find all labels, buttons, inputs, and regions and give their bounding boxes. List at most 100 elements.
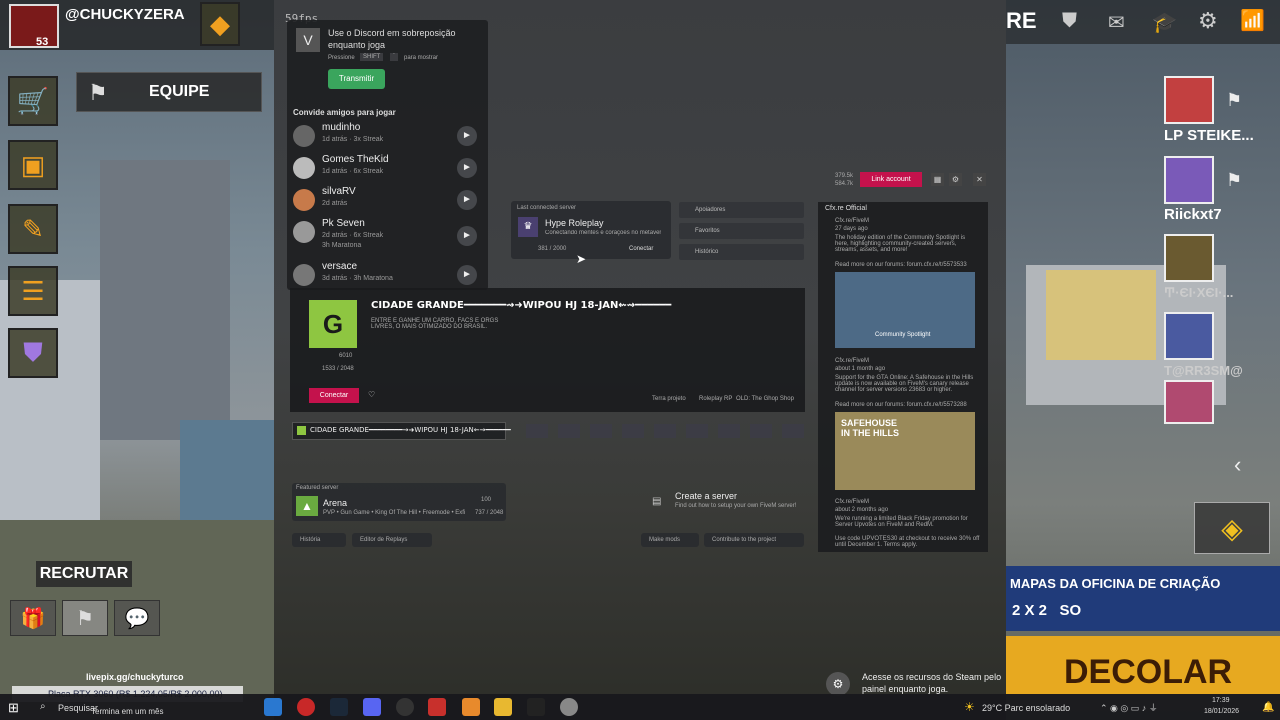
strip-logo-icon — [297, 426, 306, 435]
friend-row[interactable]: Gomes TheKid 1d atrás · 6x Streak ► — [293, 154, 483, 182]
discord-icon[interactable] — [363, 698, 381, 716]
news-link[interactable]: Read more on our forums: forum.cfx.re/t/… — [835, 262, 980, 268]
menu-history[interactable]: Histórico — [679, 244, 804, 260]
player-avatar[interactable] — [1164, 380, 1214, 424]
friend-row[interactable]: mudinho 1d atrás · 3x Streak ► — [293, 122, 483, 150]
safehouse-image[interactable]: SAFEHOUSE IN THE HILLS — [835, 412, 975, 490]
main-server-desc: ENTRE E GANHE UM CARRO, FACS E ORGS LIVR… — [371, 318, 499, 330]
invite-arrow-icon[interactable]: ► — [457, 190, 477, 210]
settings-icon[interactable]: ⚙ — [949, 173, 962, 186]
notification-icon[interactable]: 🔔 — [1262, 702, 1274, 713]
server-thumb-icon[interactable] — [526, 424, 548, 438]
banner-title: MAPAS DA OFICINA DE CRIAÇÃO — [1010, 576, 1221, 591]
invite-arrow-icon[interactable]: ► — [457, 265, 477, 285]
community-spotlight-image[interactable]: Community Spotlight — [835, 272, 975, 348]
friend-row[interactable]: versace 3d atrás · 3h Maratona ► — [293, 261, 483, 289]
rank-icon[interactable]: ◆ — [200, 2, 240, 46]
recruit-button[interactable]: RECRUTAR — [36, 561, 132, 587]
mail-icon[interactable]: ✉ — [1108, 10, 1125, 35]
gift-icon[interactable]: 🎁 — [10, 600, 56, 636]
friend-name: Pk Seven — [322, 218, 365, 229]
grid-icon[interactable]: ▦ — [931, 173, 944, 186]
friend-name: Gomes TheKid — [322, 154, 389, 165]
history-button[interactable]: História — [292, 533, 346, 547]
friend-name: mudinho — [322, 122, 361, 133]
player-avatar[interactable] — [1164, 312, 1214, 360]
invite-arrow-icon[interactable]: ► — [457, 158, 477, 178]
friend-meta: 3d atrás · 3h Maratona — [322, 275, 393, 282]
flag-icon[interactable]: ⚑ — [1226, 170, 1242, 191]
player-name: Ͳ·ЄΙ·ХЄΙ·... — [1164, 285, 1234, 300]
server-thumb-icon[interactable] — [590, 424, 612, 438]
rockstar-icon[interactable] — [428, 698, 446, 716]
terminal-icon[interactable] — [527, 698, 545, 716]
featured-name: Arena — [323, 498, 348, 508]
player-avatar[interactable] — [1164, 76, 1214, 124]
windows-start-icon[interactable]: ⊞ — [8, 700, 19, 716]
flag-icon[interactable]: ⚑ — [1226, 90, 1242, 111]
edge-icon[interactable] — [264, 698, 282, 716]
gear-icon[interactable]: ⚙ — [1198, 8, 1218, 34]
obs-icon[interactable] — [560, 698, 578, 716]
link-account-button[interactable]: Link account — [860, 172, 922, 187]
event-icon[interactable]: ✎ — [8, 204, 58, 254]
shop-cart-icon[interactable]: 🛒 — [8, 76, 58, 126]
stream-button[interactable]: Transmitir — [328, 69, 385, 89]
friend-time: 1d atrás — [322, 136, 348, 143]
news-text: Support for the GTA Online: A Safehouse … — [835, 375, 974, 393]
invite-arrow-icon[interactable]: ► — [457, 226, 477, 246]
make-mods-button[interactable]: Make mods — [641, 533, 699, 547]
tasks-icon[interactable]: ☰ — [8, 266, 58, 316]
cidade-grande-logo-icon: G — [309, 300, 357, 348]
mode-select-icon[interactable]: ◈ — [1194, 502, 1270, 554]
featured-label: Featured server — [296, 485, 339, 491]
server-thumb-icon[interactable] — [558, 424, 580, 438]
steam-taskbar-icon[interactable] — [330, 698, 348, 716]
server-thumb-icon[interactable] — [686, 424, 708, 438]
rank-shield-icon[interactable]: ⛊ — [8, 328, 58, 378]
server-thumb-icon[interactable] — [750, 424, 772, 438]
vault-icon[interactable]: ▣ — [8, 140, 58, 190]
gta-icon[interactable] — [396, 698, 414, 716]
fivem-icon[interactable] — [462, 698, 480, 716]
opera-icon[interactable] — [297, 698, 315, 716]
folder-icon[interactable] — [494, 698, 512, 716]
server-thumb-icon[interactable] — [718, 424, 740, 438]
menu-supporters[interactable]: Apoiadores — [679, 202, 804, 218]
invite-arrow-icon[interactable]: ► — [457, 126, 477, 146]
tray-icons[interactable]: ⌃ ◉ ◎ ▭ ♪ ⏚ — [1100, 701, 1158, 714]
friend-avatar — [293, 189, 315, 211]
takeoff-button[interactable]: DECOLAR — [1006, 636, 1280, 694]
news-link[interactable]: Read more on our forums: forum.cfx.re/t/… — [835, 402, 980, 408]
friend-row[interactable]: Pk Seven 2d atrás · 6x Streak 3h Maraton… — [293, 218, 483, 254]
search-icon[interactable]: ⌕ — [40, 701, 46, 712]
tag: Terra projeto — [652, 396, 686, 402]
wifi-icon: 📶 — [1240, 10, 1265, 32]
clock-time: 17:39 — [1212, 697, 1230, 704]
server-thumb-icon[interactable] — [622, 424, 644, 438]
create-server-title[interactable]: Create a server — [675, 491, 737, 501]
player-avatar[interactable] — [1164, 234, 1214, 282]
shield-icon[interactable]: ⛊ — [1062, 10, 1077, 33]
chevron-left-icon[interactable]: ‹ — [1234, 452, 1241, 478]
strip-title: CIDADE GRANDE━━━━━━━━⇝➜WIPOU HJ 18-JAN⇜⇝… — [310, 426, 511, 434]
connect-link[interactable]: Conectar — [629, 246, 653, 252]
academy-icon[interactable]: 🎓 — [1152, 10, 1177, 35]
connect-button[interactable]: Conectar — [309, 388, 359, 403]
avatar[interactable] — [9, 4, 59, 48]
last-server-name: Hype Roleplay — [545, 218, 604, 228]
news-text: The holiday edition of the Community Spo… — [835, 235, 966, 253]
contribute-button[interactable]: Contribute to the project — [704, 533, 804, 547]
flag-tab-icon[interactable]: ⚑ — [62, 600, 108, 636]
replay-editor-button[interactable]: Editor de Replays — [352, 533, 432, 547]
close-icon[interactable]: ✕ — [973, 173, 986, 186]
chat-icon[interactable]: 💬 — [114, 600, 160, 636]
server-thumb-icon[interactable] — [782, 424, 804, 438]
player-avatar[interactable] — [1164, 156, 1214, 204]
workshop-maps-banner[interactable]: MAPAS DA OFICINA DE CRIAÇÃO 2 X 2 SO — [1006, 566, 1280, 631]
menu-favorites[interactable]: Favoritos — [679, 223, 804, 239]
news-header: Cfx.re Official — [825, 205, 867, 212]
server-thumb-icon[interactable] — [654, 424, 676, 438]
friend-row[interactable]: silvaRV 2d atrás ► — [293, 186, 483, 214]
heart-icon[interactable]: ♡ — [368, 390, 375, 399]
